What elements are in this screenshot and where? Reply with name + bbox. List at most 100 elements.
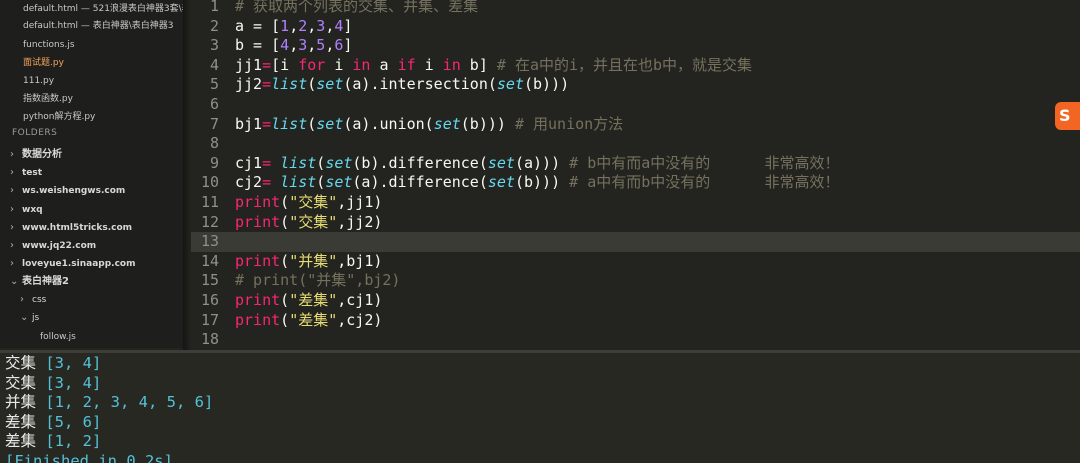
open-file-item[interactable]: 面试题.py [23,54,64,72]
folder-name: ws.weishengws.com [22,186,126,196]
line-number: 2 [209,16,219,35]
code-token: bj1 [235,114,263,133]
code-token: list [271,75,308,94]
code-line[interactable]: 2 a = [1,2,3,4] [191,17,1080,37]
output-value: [3, 4] [36,373,102,392]
code-text: # 获取两个列表的交集、并集、差集 [235,0,478,17]
code-line[interactable]: 6 [191,95,1080,115]
open-file-item[interactable]: python解方程.py [23,108,95,126]
code-line[interactable]: 13 [191,232,1080,252]
code-token: ( [316,173,326,192]
output-label: 并集 [5,393,37,411]
line-number: 8 [209,134,219,153]
code-token: a [370,55,398,74]
line-number: 14 [200,251,219,270]
code-token: (a).intersection( [343,75,497,94]
code-token: if [397,55,416,74]
sidebar-folder[interactable]: › www.html5tricks.com [10,219,132,237]
code-token: = [262,55,272,74]
code-line[interactable]: 18 [191,330,1080,350]
sidebar-folder[interactable]: › 数据分析 [10,146,62,164]
code-token: , [289,36,299,55]
output-value: [5, 6] [36,412,102,431]
code-line[interactable]: 5 jj2=list(set(a).intersection(set(b))) [191,75,1080,95]
open-file-item[interactable]: default.html — 表白神器\表白神器3 [23,17,174,35]
code-token: for [298,55,326,74]
open-file-item[interactable]: default.html — 521浪漫表白神器3套\表白 [23,0,183,18]
code-text: a = [1,2,3,4] [235,17,352,37]
code-text: jj2=list(set(a).intersection(set(b))) [235,75,569,95]
code-line[interactable]: 14 print("并集",bj1) [191,252,1080,272]
code-token: ] [343,36,353,55]
code-token: ,bj1) [337,251,383,270]
output-value: [3, 4] [36,354,102,372]
code-line[interactable]: 4 jj1=[i for i in a if i in b] # 在a中的i，并且… [191,56,1080,76]
code-token: b = [ [235,36,281,55]
code-line[interactable]: 3b = [4,3,5,6] [191,36,1080,56]
sidebar-folder[interactable]: ⌄ 表白神器2 [10,273,69,291]
code-line[interactable]: 10 cj2= list(set(a).difference(set(b))) #… [191,173,1080,193]
code-token: , [307,36,317,55]
code-token: (b).difference( [352,153,488,172]
code-line[interactable]: 15 # print("并集",bj2) [191,271,1080,291]
code-line[interactable]: 1 # 获取两个列表的交集、并集、差集 [191,0,1080,17]
sidebar: default.html — 521浪漫表白神器3套\表白 default.htm… [0,0,183,348]
code-token: jj1 [235,55,263,74]
code-token: jj2 [235,75,263,94]
code-token: print [235,212,281,231]
code-editor[interactable]: 1 # 获取两个列表的交集、并集、差集 2 a = [1,2,3,4] 3 b = [4,… [191,0,1080,350]
code-line[interactable]: 12 print("交集",jj2) [191,213,1080,233]
chevron-down-icon: ⌄ [20,312,29,323]
sidebar-file-follow-js[interactable]: follow.js [40,328,76,346]
code-line[interactable]: 7 bj1=list(set(a).union(set(b))) # 用union… [191,115,1080,135]
code-token: , [289,16,299,35]
code-token: ( [280,212,290,231]
sidebar-folder[interactable]: › wxq [10,201,43,219]
line-number: 6 [209,95,219,113]
code-token: set [316,75,344,94]
open-file-item[interactable]: 111.py [23,72,54,90]
code-line[interactable]: 17 print("差集",cj2) [191,311,1080,331]
sidebar-subfolder[interactable]: › css [20,291,46,309]
output-value: [Finished in 0.2s] [5,451,173,463]
sidebar-shadow [183,0,191,350]
folder-name: css [32,295,47,305]
open-file-item[interactable]: functions.js [23,36,75,54]
output-line: 交集 [3, 4] [5,353,101,373]
folder-name: wxq [22,205,43,215]
sidebar-folder[interactable]: › loveyue1.sinaapp.com [10,255,136,273]
open-file-item[interactable]: 指数函数.py [23,90,73,108]
chevron-right-icon: › [20,294,24,305]
code-token: (a).union( [343,114,434,133]
code-token: ] [343,16,353,35]
code-text: print("并集",bj1) [235,252,382,272]
code-token: "并集" [289,251,338,270]
output-label: 交集 [5,354,37,372]
sidebar-subfolder[interactable]: ⌄ js [20,309,39,327]
code-token: print [235,310,281,329]
code-token: = [262,153,272,172]
code-line[interactable]: 8 [191,134,1080,154]
code-text: print("交集",jj2) [235,213,382,233]
line-number: 3 [209,36,219,55]
code-token: (b))) [460,114,515,133]
code-line[interactable]: 11 print("交集",jj1) [191,193,1080,213]
code-line[interactable]: 9 cj1= list(set(b).difference(set(a))) # … [191,154,1080,174]
sidebar-folder[interactable]: › www.jq22.com [10,237,96,255]
code-token: 4 [280,36,290,55]
code-token: ,cj2) [337,310,383,329]
output-label: 差集 [5,412,37,431]
line-number: 17 [200,310,219,329]
sidebar-folder[interactable]: › ws.weishengws.com [10,182,125,200]
line-number: 13 [200,232,219,251]
code-token: print [235,251,281,270]
sidebar-folder[interactable]: › test [10,164,42,182]
code-token: print [235,291,281,309]
code-line[interactable]: 16 print("差集",cj1) [191,291,1080,311]
code-token: 1 [280,16,290,35]
code-token: ,jj1) [337,193,383,211]
code-token: set [316,114,344,133]
chevron-right-icon: › [10,149,14,160]
code-token: print [235,193,281,211]
code-token: a = [ [235,16,281,35]
